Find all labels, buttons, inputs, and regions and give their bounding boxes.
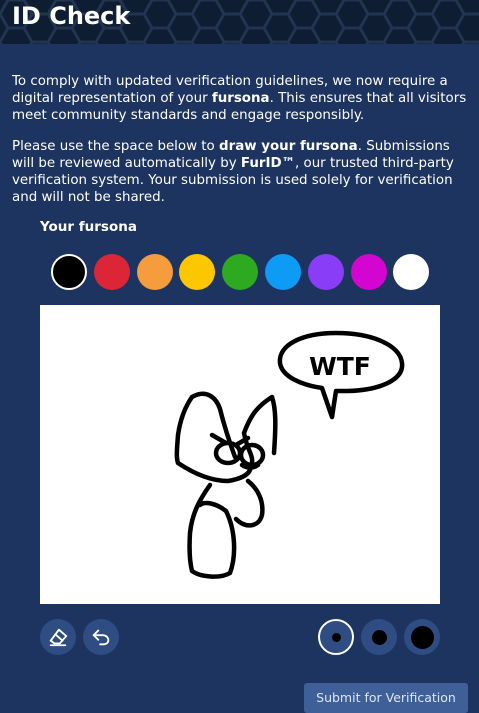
fursona-drawing: WTF	[174, 330, 405, 579]
speech-text: WTF	[309, 352, 371, 381]
page-title: ID Check	[12, 2, 131, 30]
eye-left	[213, 440, 243, 466]
brush-size-medium[interactable]	[361, 619, 397, 655]
eraser-icon	[49, 628, 68, 647]
submit-verification-button[interactable]: Submit for Verification	[304, 683, 468, 713]
drawing-canvas[interactable]: WTF	[40, 305, 440, 604]
color-swatch-red[interactable]	[94, 254, 130, 290]
body-outline	[187, 482, 237, 579]
intro-paragraph: To comply with updated verification guid…	[12, 73, 472, 124]
brush-size-small[interactable]	[318, 619, 354, 655]
eraser-button[interactable]	[40, 619, 76, 655]
head-outline	[174, 391, 278, 484]
color-swatch-green[interactable]	[222, 254, 258, 290]
color-swatch-black[interactable]	[51, 254, 87, 290]
undo-button[interactable]	[83, 619, 119, 655]
color-swatch-yellow[interactable]	[179, 254, 215, 290]
undo-icon	[92, 629, 110, 646]
brush-size-large[interactable]	[404, 619, 440, 655]
brush-dot-medium	[371, 629, 387, 645]
color-palette	[51, 254, 431, 292]
instructions-text: Please use the space below to	[12, 139, 219, 154]
color-swatch-orange[interactable]	[137, 254, 173, 290]
arm-outline	[233, 478, 265, 528]
draw-instruction-emphasis: draw your fursona	[219, 139, 358, 154]
drawing-label: Your fursona	[40, 219, 137, 235]
color-swatch-magenta[interactable]	[351, 254, 387, 290]
color-swatch-white[interactable]	[393, 254, 429, 290]
fursona-emphasis: fursona	[211, 91, 270, 106]
furid-brand: FurID™	[240, 156, 295, 171]
brush-dot-small	[331, 632, 341, 642]
instructions-paragraph: Please use the space below to draw your …	[12, 138, 472, 206]
page-header: ID Check	[0, 0, 479, 44]
brush-dot-large	[410, 625, 434, 649]
color-swatch-blue[interactable]	[265, 254, 301, 290]
color-swatch-purple[interactable]	[308, 254, 344, 290]
